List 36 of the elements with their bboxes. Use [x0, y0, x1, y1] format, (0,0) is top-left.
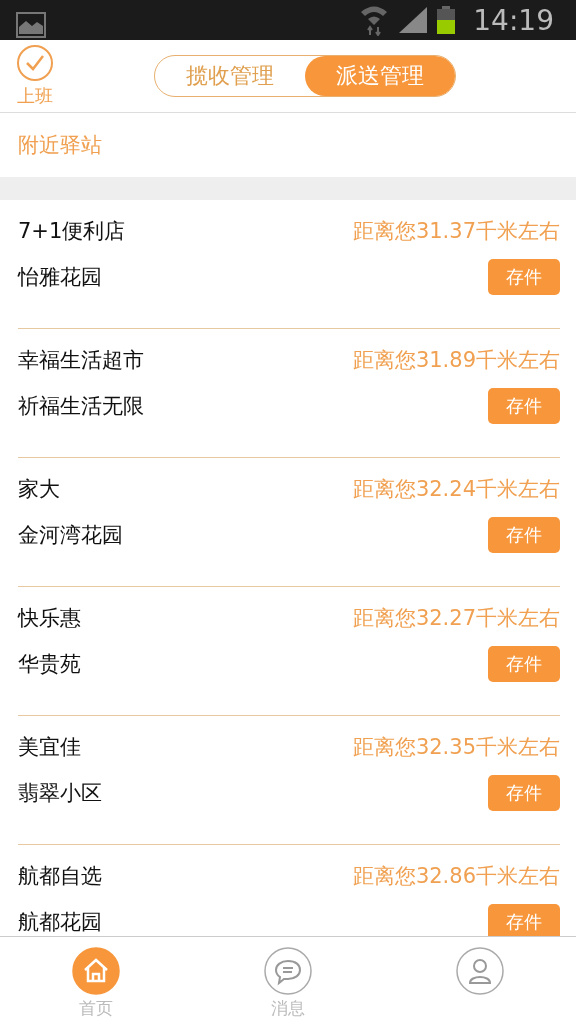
distance-text: 距离您31.37千米左右: [352, 218, 560, 245]
distance-text: 距离您32.35千米左右: [352, 734, 560, 761]
station-address: 金河湾花园: [18, 522, 123, 549]
store-button[interactable]: 存件: [488, 775, 560, 811]
store-button[interactable]: 存件: [488, 388, 560, 424]
clock-time: 14:19: [473, 3, 554, 37]
signal-icon: [399, 7, 428, 33]
station-name: 幸福生活超市: [18, 347, 144, 374]
station-address: 怡雅花园: [18, 264, 102, 291]
station-address: 祈福生活无限: [18, 393, 144, 420]
store-button[interactable]: 存件: [488, 904, 560, 936]
station-address: 华贵苑: [18, 651, 81, 678]
station-address: 翡翠小区: [18, 780, 102, 807]
station-name: 家大: [18, 476, 60, 503]
tab[interactable]: 揽收管理: [155, 56, 305, 96]
nav-tab[interactable]: 消息: [264, 947, 312, 1020]
wifi-icon: [359, 4, 390, 36]
distance-text: 距离您32.24千米左右: [352, 476, 560, 503]
store-button[interactable]: 存件: [488, 646, 560, 682]
distance-text: 距离您32.27千米左右: [352, 605, 560, 632]
store-button[interactable]: 存件: [488, 517, 560, 553]
station-name: 航都自选: [18, 863, 102, 890]
store-button[interactable]: 存件: [488, 259, 560, 295]
section-title: 附近驿站: [17, 132, 103, 159]
check-in-button[interactable]: 上班: [16, 44, 54, 108]
station-name: 7+1便利店: [18, 218, 126, 245]
nav-tab[interactable]: 首页: [72, 947, 120, 1020]
station-address: 航都花园: [18, 909, 102, 936]
gallery-notification-icon: [16, 12, 46, 38]
station-name: 快乐惠: [18, 605, 81, 632]
battery-icon: [437, 6, 456, 34]
station-name: 美宜佳: [18, 734, 81, 761]
distance-text: 距离您32.86千米左右: [352, 863, 560, 890]
distance-text: 距离您31.89千米左右: [352, 347, 560, 374]
tab[interactable]: 派送管理: [305, 56, 455, 96]
user-icon[interactable]: [456, 947, 504, 995]
